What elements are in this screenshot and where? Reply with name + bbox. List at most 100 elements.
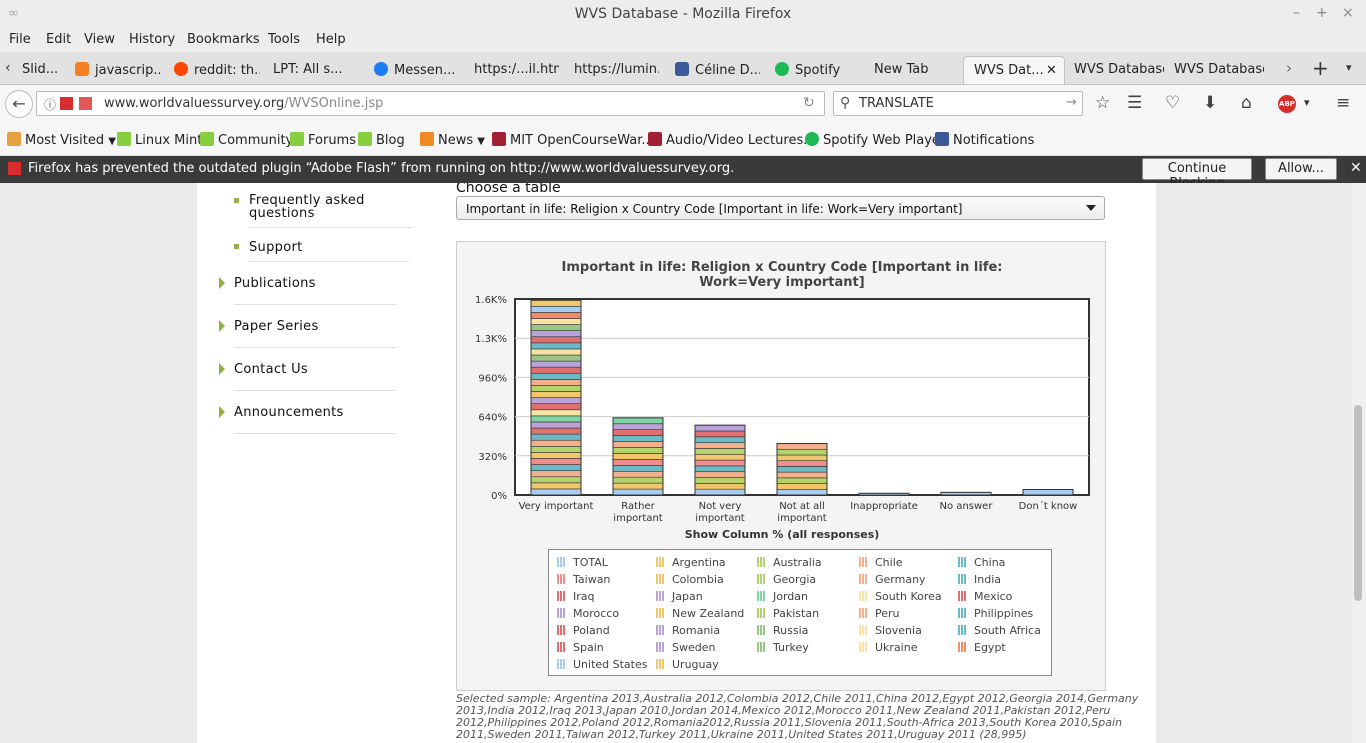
search-bar[interactable]: ⚲ TRANSLATE → bbox=[833, 91, 1083, 116]
bookmark-spotify[interactable]: Spotify Web Player bbox=[805, 132, 945, 148]
sidebar-item-paper-series[interactable]: Paper Series bbox=[234, 319, 319, 334]
tab-1[interactable]: Slid... bbox=[22, 56, 62, 84]
close-window-button[interactable]: × bbox=[1342, 5, 1354, 21]
legend-item[interactable]: New Zealand bbox=[656, 607, 744, 620]
bookmark-linux-mint[interactable]: Linux Mint bbox=[117, 132, 202, 148]
table-select[interactable]: Important in life: Religion x Country Co… bbox=[456, 196, 1105, 220]
info-icon[interactable]: ⓘ bbox=[44, 96, 56, 113]
tab-scroll-right-icon[interactable]: › bbox=[1286, 59, 1292, 77]
blocked-plugin-icon[interactable] bbox=[60, 97, 73, 110]
menu-edit[interactable]: Edit bbox=[46, 32, 71, 47]
continue-blocking-button[interactable]: Continue Blocking bbox=[1142, 158, 1252, 191]
legend-item[interactable]: United States bbox=[557, 658, 648, 671]
tab-scroll-left-icon[interactable]: ‹ bbox=[5, 60, 11, 76]
legend-item[interactable]: Chile bbox=[859, 556, 903, 569]
legend-item[interactable]: Japan bbox=[656, 590, 703, 603]
legend-item[interactable]: Georgia bbox=[757, 573, 816, 586]
legend-item[interactable]: Uruguay bbox=[656, 658, 719, 671]
bookmark-forums[interactable]: Forums bbox=[290, 132, 356, 148]
close-notification-icon[interactable]: ✕ bbox=[1350, 160, 1362, 176]
legend-item[interactable]: Turkey bbox=[757, 641, 809, 654]
legend-item[interactable]: Spain bbox=[557, 641, 604, 654]
tab-7[interactable]: https://lumin... bbox=[574, 56, 659, 84]
legend-item[interactable]: Poland bbox=[557, 624, 610, 637]
new-tab-icon[interactable]: + bbox=[1312, 56, 1329, 80]
search-go-icon[interactable]: → bbox=[1066, 95, 1077, 110]
sidebar-item-publications[interactable]: Publications bbox=[234, 276, 316, 291]
legend-item[interactable]: China bbox=[958, 556, 1005, 569]
legend-item[interactable]: South Africa bbox=[958, 624, 1041, 637]
mixed-content-icon[interactable] bbox=[79, 97, 92, 110]
sidebar-sub-item-support[interactable]: Support bbox=[249, 238, 409, 262]
legend-item[interactable]: Colombia bbox=[656, 573, 724, 586]
maximize-button[interactable]: + bbox=[1316, 5, 1328, 21]
allow-button[interactable]: Allow... bbox=[1265, 158, 1337, 180]
legend-item[interactable]: Mexico bbox=[958, 590, 1012, 603]
bookmark-news[interactable]: News ▼ bbox=[420, 132, 485, 148]
legend-item[interactable]: Australia bbox=[757, 556, 822, 569]
legend-item[interactable]: Germany bbox=[859, 573, 926, 586]
tab-6[interactable]: https:/...il.html bbox=[474, 56, 559, 84]
menu-bookmarks[interactable]: Bookmarks bbox=[187, 32, 260, 47]
menu-view[interactable]: View bbox=[84, 32, 115, 47]
bookmark-community[interactable]: Community bbox=[200, 132, 293, 148]
sidebar-sub-item-faq[interactable]: Frequently asked questions bbox=[249, 183, 412, 228]
bookmark-notifications[interactable]: Notifications bbox=[935, 132, 1034, 148]
show-column-toggle[interactable]: Show Column % (all responses) bbox=[457, 528, 1107, 541]
legend-item[interactable]: Jordan bbox=[757, 590, 808, 603]
tab-3[interactable]: reddit: th... bbox=[174, 56, 260, 84]
adblock-dropdown-icon[interactable]: ▾ bbox=[1304, 96, 1310, 109]
legend-item[interactable]: Egypt bbox=[958, 641, 1006, 654]
home-icon[interactable]: ⌂ bbox=[1241, 93, 1252, 113]
downloads-icon[interactable]: ⬇ bbox=[1203, 93, 1217, 113]
bookmark-mit-ocw[interactable]: MIT OpenCourseWar... bbox=[492, 132, 654, 148]
minimize-button[interactable]: – bbox=[1293, 5, 1300, 21]
legend-item[interactable]: Ukraine bbox=[859, 641, 917, 654]
tab-10[interactable]: New Tab bbox=[874, 56, 954, 84]
sidebar-item-announcements[interactable]: Announcements bbox=[234, 405, 344, 420]
close-tab-icon[interactable]: ✕ bbox=[1046, 63, 1057, 78]
menu-file[interactable]: File bbox=[9, 32, 31, 47]
bookmark-most-visited[interactable]: Most Visited ▼ bbox=[7, 132, 116, 148]
tab-9[interactable]: Spotify bbox=[775, 56, 860, 84]
hamburger-menu-icon[interactable]: ≡ bbox=[1336, 93, 1350, 113]
legend-item[interactable]: Sweden bbox=[656, 641, 715, 654]
legend-item[interactable]: Russia bbox=[757, 624, 808, 637]
legend-item[interactable]: Philippines bbox=[958, 607, 1033, 620]
legend-item[interactable]: Slovenia bbox=[859, 624, 922, 637]
list-tabs-icon[interactable]: ▾ bbox=[1346, 61, 1352, 74]
scrollbar-thumb[interactable] bbox=[1354, 405, 1362, 601]
tab-4[interactable]: LPT: All s... bbox=[273, 56, 358, 84]
bookmark-star-icon[interactable]: ☆ bbox=[1095, 93, 1110, 113]
tab-13[interactable]: WVS Database bbox=[1174, 56, 1264, 84]
pocket-icon[interactable]: ♡ bbox=[1165, 93, 1180, 113]
legend-item[interactable]: South Korea bbox=[859, 590, 942, 603]
tab-5[interactable]: Messen... bbox=[374, 56, 456, 84]
tab-8[interactable]: Céline D... bbox=[675, 56, 760, 84]
menu-help[interactable]: Help bbox=[316, 32, 346, 47]
legend-item[interactable]: Iraq bbox=[557, 590, 595, 603]
menu-history[interactable]: History bbox=[129, 32, 175, 47]
menu-tools[interactable]: Tools bbox=[268, 32, 300, 47]
legend-item[interactable]: TOTAL bbox=[557, 556, 608, 569]
legend-item[interactable]: Pakistan bbox=[757, 607, 819, 620]
url-text[interactable]: www.worldvaluessurvey.org/WVSOnline.jsp bbox=[104, 96, 383, 111]
legend-item[interactable]: Peru bbox=[859, 607, 900, 620]
search-input[interactable]: TRANSLATE bbox=[859, 96, 934, 111]
reading-list-icon[interactable]: ☰ bbox=[1127, 93, 1142, 113]
legend-item[interactable]: India bbox=[958, 573, 1001, 586]
url-bar[interactable]: ⓘ www.worldvaluessurvey.org/WVSOnline.js… bbox=[36, 91, 825, 116]
tab-2[interactable]: javascrip... bbox=[75, 56, 160, 84]
tab-12[interactable]: WVS Database bbox=[1074, 56, 1164, 84]
sidebar-item-contact-us[interactable]: Contact Us bbox=[234, 362, 308, 377]
legend-item[interactable]: Romania bbox=[656, 624, 720, 637]
bookmark-blog[interactable]: Blog bbox=[358, 132, 405, 148]
bookmark-audio-video[interactable]: Audio/Video Lectures... bbox=[648, 132, 816, 148]
back-icon[interactable]: ← bbox=[5, 90, 33, 118]
reload-icon[interactable]: ↻ bbox=[803, 95, 815, 111]
tab-active[interactable]: WVS Dat... ✕ bbox=[963, 56, 1065, 84]
legend-item[interactable]: Taiwan bbox=[557, 573, 610, 586]
adblock-icon[interactable]: ABP bbox=[1278, 95, 1296, 113]
legend-item[interactable]: Morocco bbox=[557, 607, 619, 620]
legend-item[interactable]: Argentina bbox=[656, 556, 726, 569]
